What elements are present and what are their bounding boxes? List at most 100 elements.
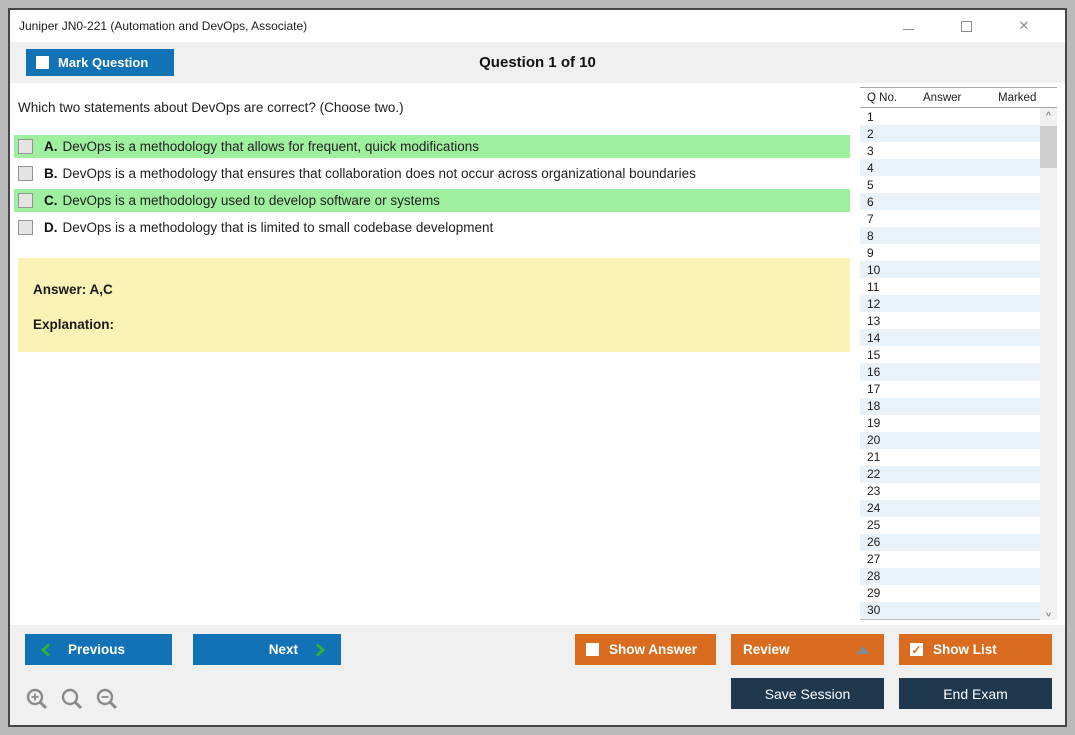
list-item-number: 13: [867, 313, 881, 328]
option-letter: C.: [44, 193, 58, 208]
list-item-number: 6: [867, 194, 874, 209]
options-list: A. DevOps is a methodology that allows fo…: [14, 135, 850, 243]
list-item[interactable]: 10: [860, 261, 1057, 279]
list-item[interactable]: 14: [860, 329, 1057, 347]
scroll-down-icon[interactable]: ^: [1040, 603, 1057, 620]
review-dropdown-button[interactable]: Review: [731, 634, 884, 665]
list-item[interactable]: 5: [860, 176, 1057, 193]
list-item[interactable]: 16: [860, 363, 1057, 381]
list-item[interactable]: 27: [860, 551, 1057, 568]
list-item[interactable]: 25: [860, 517, 1057, 534]
list-item-number: 22: [867, 467, 881, 482]
option-row-C[interactable]: C. DevOps is a methodology used to develo…: [14, 189, 850, 212]
list-item[interactable]: 1: [860, 108, 1057, 125]
list-item-number: 8: [867, 228, 874, 243]
previous-button[interactable]: Previous: [25, 634, 172, 665]
list-item-number: 15: [867, 347, 881, 362]
explanation-label: Explanation:: [33, 317, 115, 332]
question-list-scrollbar[interactable]: ^ ^: [1040, 108, 1057, 620]
list-item[interactable]: 19: [860, 415, 1057, 432]
next-label: Next: [268, 642, 298, 657]
list-item-number: 21: [867, 450, 881, 465]
list-item[interactable]: 18: [860, 397, 1057, 415]
list-item[interactable]: 30: [860, 601, 1057, 619]
answer-box: Answer: A,C Explanation:: [18, 258, 850, 352]
answer-label: Answer: A,C: [33, 282, 113, 297]
list-item[interactable]: 4: [860, 159, 1057, 177]
zoom-out-icon[interactable]: [95, 687, 120, 712]
list-item-number: 30: [867, 603, 881, 618]
chevron-right-icon: [316, 642, 325, 657]
show-list-label: Show List: [933, 642, 997, 657]
list-item[interactable]: 21: [860, 449, 1057, 466]
list-item[interactable]: 3: [860, 142, 1057, 159]
question-list-panel: Q No. Answer Marked 1 2 3 4 5 6 7 8 9 10 11 12 13 14 1…: [860, 87, 1057, 620]
footer-bar: Previous Next Show Answer Review ✓ Show …: [10, 625, 1065, 725]
option-row-D[interactable]: D. DevOps is a methodology that is limite…: [14, 216, 850, 239]
mark-question-label: Mark Question: [58, 55, 149, 70]
end-exam-button[interactable]: End Exam: [899, 678, 1052, 709]
option-checkbox[interactable]: [18, 166, 33, 181]
list-item[interactable]: 23: [860, 483, 1057, 500]
mark-question-button[interactable]: Mark Question: [26, 49, 174, 76]
previous-label: Previous: [68, 642, 126, 657]
list-item-number: 27: [867, 552, 881, 567]
list-item-number: 16: [867, 364, 881, 379]
show-list-checkbox[interactable]: ✓: [910, 643, 923, 656]
mark-question-checkbox[interactable]: [36, 56, 49, 69]
option-text: DevOps is a methodology used to develop …: [62, 193, 440, 208]
save-session-label: Save Session: [764, 685, 851, 702]
window-title: Juniper JN0-221 (Automation and DevOps, …: [19, 19, 308, 33]
save-session-button[interactable]: Save Session: [731, 678, 884, 709]
list-item[interactable]: 8: [860, 227, 1057, 245]
show-answer-label: Show Answer: [609, 642, 698, 657]
option-row-B[interactable]: B. DevOps is a methodology that ensures t…: [14, 162, 850, 185]
list-item[interactable]: 15: [860, 346, 1057, 363]
list-item[interactable]: 26: [860, 533, 1057, 551]
list-item[interactable]: 24: [860, 499, 1057, 517]
list-item[interactable]: 6: [860, 193, 1057, 211]
list-item-number: 24: [867, 501, 881, 516]
maximize-icon[interactable]: [937, 10, 995, 42]
list-item[interactable]: 2: [860, 125, 1057, 143]
window-controls: ✕: [879, 10, 1053, 42]
show-list-button[interactable]: ✓ Show List: [899, 634, 1052, 665]
list-item[interactable]: 9: [860, 244, 1057, 261]
list-item-number: 14: [867, 330, 881, 345]
zoom-in-icon[interactable]: [25, 687, 50, 712]
show-answer-button[interactable]: Show Answer: [575, 634, 716, 665]
zoom-reset-icon[interactable]: [60, 687, 85, 712]
review-label: Review: [743, 642, 790, 657]
list-item[interactable]: 7: [860, 210, 1057, 227]
list-item-number: 20: [867, 433, 881, 448]
list-item[interactable]: 13: [860, 312, 1057, 329]
close-icon[interactable]: ✕: [995, 10, 1053, 42]
list-item[interactable]: 17: [860, 381, 1057, 398]
option-checkbox[interactable]: [18, 139, 33, 154]
option-text: DevOps is a methodology that is limited …: [62, 220, 494, 235]
list-item-number: 11: [867, 279, 880, 294]
list-item-number: 10: [867, 262, 881, 277]
list-item[interactable]: 22: [860, 465, 1057, 483]
list-item-number: 28: [867, 569, 881, 584]
list-item[interactable]: 28: [860, 567, 1057, 585]
list-item-number: 9: [867, 245, 874, 260]
list-item[interactable]: 29: [860, 585, 1057, 602]
show-answer-checkbox[interactable]: [586, 643, 599, 656]
option-checkbox[interactable]: [18, 220, 33, 235]
list-item[interactable]: 12: [860, 295, 1057, 313]
list-item[interactable]: 20: [860, 431, 1057, 449]
option-row-A[interactable]: A. DevOps is a methodology that allows fo…: [14, 135, 850, 158]
next-button[interactable]: Next: [193, 634, 341, 665]
list-item-number: 29: [867, 586, 881, 601]
end-exam-label: End Exam: [943, 685, 1008, 702]
scrollbar-thumb[interactable]: [1040, 126, 1057, 168]
chevron-left-icon: [41, 642, 50, 657]
question-text: Which two statements about DevOps are co…: [18, 100, 404, 115]
column-answer: Answer: [923, 92, 962, 104]
option-checkbox[interactable]: [18, 193, 33, 208]
minimize-icon[interactable]: [879, 10, 937, 42]
scroll-up-icon[interactable]: ^: [1040, 108, 1057, 125]
list-item[interactable]: 11: [860, 278, 1057, 295]
list-item-number: 18: [867, 399, 881, 414]
